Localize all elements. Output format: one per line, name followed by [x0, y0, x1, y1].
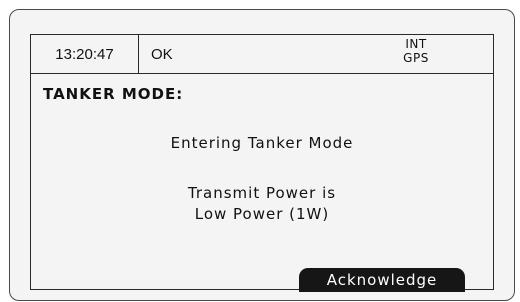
display-screen: 13:20:47 OK INT GPS TANKER MODE: Enterin…: [30, 34, 494, 292]
source-int-label: INT: [405, 37, 427, 51]
message-line-3: Low Power (1W): [194, 205, 330, 223]
message-line-1: Entering Tanker Mode: [170, 134, 354, 152]
mode-title: TANKER MODE:: [43, 85, 184, 103]
status-bar: 13:20:47 OK INT GPS: [31, 35, 493, 74]
device-bezel: 13:20:47 OK INT GPS TANKER MODE: Enterin…: [9, 9, 515, 301]
acknowledge-button[interactable]: Acknowledge: [299, 268, 465, 292]
source-gps-label: GPS: [403, 51, 429, 65]
status-time: 13:20:47: [31, 35, 139, 73]
position-source-indicator: INT GPS: [391, 37, 441, 65]
message-line-2: Transmit Power is: [187, 184, 337, 202]
